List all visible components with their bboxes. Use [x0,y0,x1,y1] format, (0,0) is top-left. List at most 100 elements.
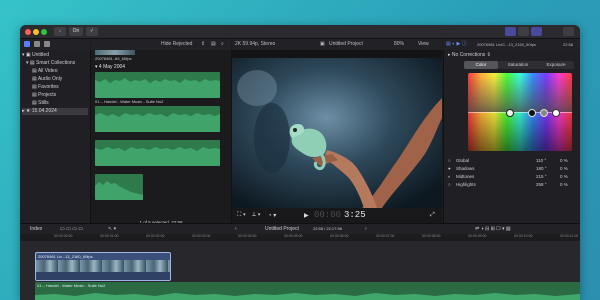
radio-icon[interactable]: ○ [448,158,451,163]
speed-icon[interactable]: ◔ ▾ [268,212,276,219]
tab-color[interactable]: Color [464,61,498,69]
hide-rejected-filter[interactable]: Hide Rejected [161,39,192,50]
sidebar-item-event[interactable]: ▸ ★ 15.04.2024 [22,108,88,115]
video-filmstrip [36,260,170,272]
zoom-window-button[interactable] [41,29,47,35]
ruler-mark: 00:00:03:00 [192,234,211,238]
row-value[interactable]: 258 ° [536,182,547,187]
radio-icon[interactable]: ◐ [448,174,451,179]
audio-clip-1[interactable] [95,72,220,98]
photos-audio-icon[interactable] [34,41,40,47]
sidebar-item-label: Stills [38,100,49,106]
sidebar-item-audio-only[interactable]: ▤ Audio Only [32,76,62,83]
view-dropdown[interactable]: View [418,39,429,50]
date-group-header[interactable]: ▾ 4 May 2004 [95,64,125,70]
clip-name: 20076981 Liv/C...13_2160_60fps [477,42,536,47]
import-button[interactable]: ↓ [54,27,66,36]
inspector-tabs-icon[interactable]: ▤ ◐ ▶ ⓘ [446,39,467,50]
fullscreen-icon[interactable]: ⤢ [430,212,435,219]
row-label: Global [456,158,470,163]
sidebar-item-library[interactable]: ▾ ▣ Untitled [22,52,88,59]
row-percent[interactable]: 0 % [560,174,568,179]
ruler-mark: 00:00:11:00 [560,234,579,238]
global-puck[interactable] [506,109,514,117]
audio-clip-2[interactable] [95,106,220,132]
ruler-mark: 00:00:07:00 [376,234,395,238]
corrections-dropdown[interactable]: ▸ No Corrections ⇕ [448,52,491,58]
row-value[interactable]: 180 ° [536,166,547,171]
audio-clip-4[interactable] [95,174,143,200]
color-board-tabs: Color Saturation Exposure [464,61,574,69]
transform-icon[interactable]: ⛶ ▾ [237,212,246,219]
titles-icon[interactable] [44,41,50,47]
row-label: Shadows [456,166,475,171]
value-row-midtones[interactable]: ◐ Midtones 215 ° 0 % [448,174,577,182]
sidebar-item-label: Untitled [32,52,49,58]
sidebar-item-label: Smart Collections [36,60,76,66]
shadows-puck[interactable] [528,109,536,117]
ruler-mark: 00:00:06:00 [330,234,349,238]
midtones-puck[interactable] [540,109,548,117]
sidebar-item-all-video[interactable]: ▤ All Video [32,68,58,75]
row-label: Midtones [456,174,475,179]
tab-saturation[interactable]: Saturation [500,61,536,69]
value-row-highlights[interactable]: ○ Highlights 258 ° 0 % [448,182,577,190]
index-button[interactable]: Index [30,224,42,234]
append-clip-icon[interactable]: ▭ ▭ ▭ ▭ [60,224,83,234]
timeline-tools-icon[interactable]: ⇌ ◑ ⊟ ⊞ ☐ ▾ ▤ [475,224,511,234]
sidebar-item-favorites[interactable]: ▤ Favorites [32,84,59,91]
timeline-tracks: 20076981 Liv...13_2160_60fps 01 – Handel… [20,241,580,300]
library-layout-icon[interactable] [505,27,516,36]
row-value[interactable]: 215 ° [536,174,547,179]
crop-icon[interactable]: ⟂ ▾ [252,212,261,219]
highlights-puck[interactable] [552,109,560,117]
zoom-dropdown[interactable]: 80% [394,39,404,50]
timeline-video-clip[interactable]: 20076981 Liv...13_2160_60fps [35,252,171,281]
filmstrip-view-icon[interactable]: ▤ [211,39,216,50]
libraries-icon[interactable] [24,41,30,47]
project-name: Untitled Project [329,41,363,47]
ruler-mark: 00:00:01:00 [100,234,119,238]
forward-icon[interactable]: › [365,224,367,234]
background-tasks-button[interactable]: ✓ [86,27,98,36]
back-forward-icon[interactable]: ‹ [235,224,237,234]
video-thumbnail[interactable] [95,50,135,55]
search-icon[interactable]: ⌕ [221,39,224,50]
row-percent[interactable]: 0 % [560,158,568,163]
play-button[interactable]: ▶ [304,212,309,219]
disclosure-icon[interactable]: ▾ [95,64,98,70]
video-clip-audio [36,272,170,280]
value-row-global[interactable]: ○ Global 110 ° 0 % [448,158,577,166]
waveform [95,147,220,166]
viewer-pane: ⛶ ▾ ⟂ ▾ ◔ ▾ ▶ 00:00 3:25 ⤢ [232,50,442,230]
keywords-button[interactable]: On [69,27,83,36]
value-row-shadows[interactable]: ● Shadows 180 ° 0 % [448,166,577,174]
timeline-audio-clip[interactable]: 01 – Handel - Water Music - Suite No2 [35,282,580,300]
row-value[interactable]: 110 ° [536,158,546,163]
radio-icon[interactable]: ○ [448,182,451,187]
browser-layout-icon[interactable] [518,27,529,36]
minimize-window-button[interactable] [33,29,39,35]
sidebar-item-smart-collections[interactable]: ▾ ▤ Smart Collections [26,60,75,67]
tab-exposure[interactable]: Exposure [538,61,574,69]
close-window-button[interactable] [25,29,31,35]
final-cut-window: ↓ On ✓ ▾ ▣ Untitled ▾ ▤ Smart Collection… [20,25,580,300]
inspector-layout-icon[interactable] [531,27,542,36]
share-icon[interactable] [563,27,574,36]
radio-icon[interactable]: ● [448,166,451,171]
sidebar-item-label: All Video [37,68,58,74]
ruler-mark: 00:00:09:00 [468,234,487,238]
sidebar-item-stills[interactable]: ▤ Stills [32,100,49,107]
filter-dropdown-icon[interactable]: ⇕ [201,39,205,50]
sidebar-item-projects[interactable]: ▤ Projects [32,92,56,99]
timeline-project-name[interactable]: Untitled Project [265,224,299,234]
select-tool-icon[interactable]: ↖ ▾ [108,224,116,234]
sidebar-item-label: Favorites [38,84,59,90]
audio-clip-name: 01 – Handel - Water Music - Suite No2 [37,283,106,288]
row-percent[interactable]: 0 % [560,182,568,187]
ruler-mark: 00:00:05:00 [284,234,303,238]
waveform [95,78,220,98]
audio-clip-3[interactable] [95,140,220,166]
row-percent[interactable]: 0 % [560,166,568,171]
color-board[interactable] [468,73,572,151]
